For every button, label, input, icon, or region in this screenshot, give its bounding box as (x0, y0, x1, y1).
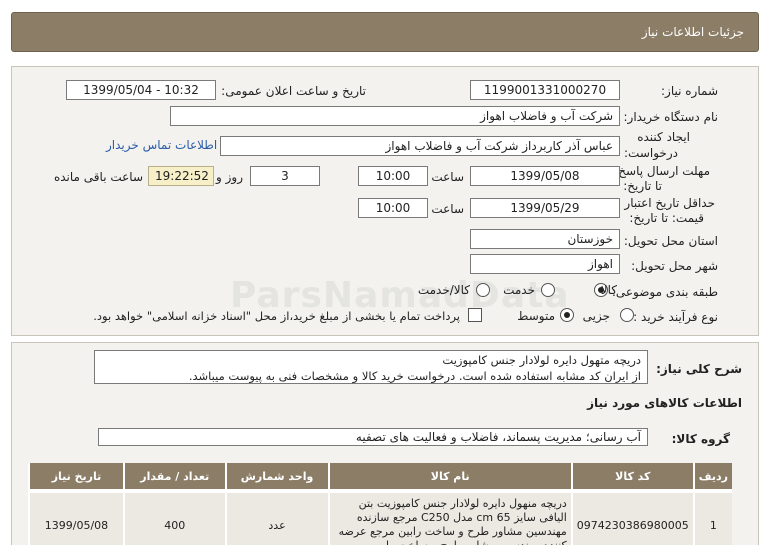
validity-time-field[interactable]: 10:00 (358, 198, 428, 218)
category-option-service: خدمت (503, 283, 535, 297)
buyer-field[interactable]: شرکت آب و فاضلاب اهواز (170, 106, 620, 126)
page-header: جزئیات اطلاعات نیاز (11, 12, 759, 52)
deadline-label-1: مهلت ارسال پاسخ: (614, 164, 710, 178)
cell-code: 0974230386980005 (570, 489, 694, 545)
description-line-2: از ایران کد مشابه استفاده شده است. درخوا… (188, 369, 641, 383)
validity-label-2: قیمت: تا تاریخ: (629, 211, 704, 225)
need-number-label: شماره نیاز: (661, 84, 718, 98)
col-code: کد کالا (570, 463, 694, 491)
deadline-time-label: ساعت (431, 170, 464, 184)
cell-date: 1399/05/08 (28, 489, 124, 545)
deadline-time-field[interactable]: 10:00 (358, 166, 428, 186)
treasury-payment-note: پرداخت تمام یا بخشی از مبلغ خرید،از محل … (93, 309, 460, 323)
category-label: طبقه بندی موضوعی: (611, 285, 718, 299)
category-radio-goods-service[interactable] (476, 283, 490, 297)
creator-field[interactable]: عباس آذر کاربرداز شرکت آب و فاضلاب اهواز (220, 136, 620, 156)
contact-buyer-link[interactable]: اطلاعات تماس خریدار (106, 138, 217, 152)
description-line-1: دریچه متهول دایره لولادار جنس کامپوزیت (442, 353, 641, 367)
cell-row: 1 (692, 489, 732, 545)
description-label: شرح کلی نیاز: (656, 362, 742, 376)
province-label: استان محل تحویل: (623, 234, 718, 248)
deadline-date-field[interactable]: 1399/05/08 (470, 166, 620, 186)
treasury-payment-checkbox[interactable] (468, 308, 482, 322)
announce-label: تاریخ و ساعت اعلان عمومی: (221, 84, 366, 98)
creator-label-1: ایجاد کننده (637, 130, 690, 144)
days-field[interactable]: 3 (250, 166, 320, 186)
process-radio-medium[interactable] (560, 308, 574, 322)
goods-group-field[interactable]: آب رسانی؛ مدیریت پسماند، فاضلاب و فعالیت… (98, 428, 648, 446)
category-option-goods-service: کالا/خدمت (417, 283, 470, 297)
table-row[interactable]: 1 0974230386980005 دریچه منهول دایره لول… (28, 489, 732, 545)
page-title: جزئیات اطلاعات نیاز (641, 25, 744, 39)
cell-qty: 400 (122, 489, 226, 545)
remaining-label: ساعت باقی مانده (53, 170, 143, 184)
goods-info-title: اطلاعات کالاهای مورد نیاز (587, 396, 742, 410)
category-option-goods: کالا (600, 283, 617, 297)
goods-table-header: ردیف کد کالا نام کالا واحد شمارش تعداد /… (28, 463, 732, 491)
process-label: نوع فرآیند خرید : (633, 310, 718, 324)
announce-field[interactable]: 1399/05/04 - 10:32 (66, 80, 216, 100)
remaining-time-field: 19:22:52 (148, 166, 214, 186)
process-radio-minor[interactable] (620, 308, 634, 322)
goods-group-label: گروه کالا: (671, 432, 730, 446)
need-number-field[interactable]: 1199001331000270 (470, 80, 620, 100)
col-row: ردیف (692, 463, 732, 491)
validity-time-label: ساعت (431, 202, 464, 216)
cell-name: دریچه منهول دایره لولادار جنس کامپوزیت ب… (327, 489, 572, 545)
validity-date-field[interactable]: 1399/05/29 (470, 198, 620, 218)
cell-unit: عدد (224, 489, 329, 545)
deadline-label-2: تا تاریخ: (623, 179, 662, 193)
col-qty: تعداد / مقدار (122, 463, 226, 491)
description-box: دریچه متهول دایره لولادار جنس کامپوزیت ا… (94, 350, 648, 384)
category-radio-service[interactable] (541, 283, 555, 297)
days-label: روز و (216, 170, 243, 184)
process-option-minor: جزیی (582, 309, 610, 323)
col-name: نام کالا (327, 463, 572, 491)
process-option-medium: متوسط (517, 309, 555, 323)
province-field[interactable]: خوزستان (470, 229, 620, 249)
goods-table: ردیف کد کالا نام کالا واحد شمارش تعداد /… (28, 463, 732, 545)
creator-label-2: درخواست: (624, 146, 678, 160)
buyer-label: نام دستگاه خریدار: (623, 110, 719, 124)
validity-label-1: حداقل تاریخ اعتبار (624, 196, 715, 210)
col-date: تاریخ نیاز (28, 463, 124, 491)
city-field[interactable]: اهواز (470, 254, 620, 274)
col-unit: واحد شمارش (224, 463, 329, 491)
city-label: شهر محل تحویل: (631, 259, 718, 273)
